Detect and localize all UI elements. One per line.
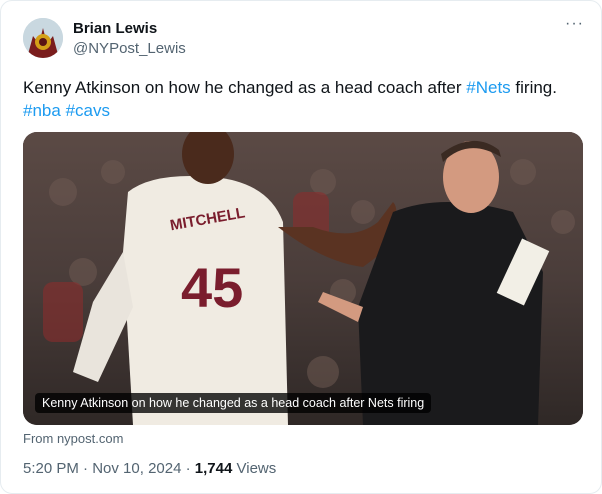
author-avatar[interactable] xyxy=(23,18,63,58)
more-options-icon[interactable]: ··· xyxy=(565,15,584,33)
meta-separator: · xyxy=(78,460,93,477)
hashtag-cavs[interactable]: #cavs xyxy=(66,101,110,120)
tweet-text-part: Kenny Atkinson on how he changed as a he… xyxy=(23,78,467,97)
tweet-text-part: firing. xyxy=(510,78,557,97)
jersey-number: 45 xyxy=(181,256,243,319)
link-card-image[interactable]: MITCHELL 45 xyxy=(23,132,583,425)
tweet-date[interactable]: Nov 10, 2024 xyxy=(92,460,181,477)
tweet-time[interactable]: 5:20 PM xyxy=(23,460,79,477)
meta-separator: · xyxy=(181,460,195,477)
tweet-text: Kenny Atkinson on how he changed as a he… xyxy=(23,76,583,122)
author-handle[interactable]: @NYPost_Lewis xyxy=(73,40,186,57)
tweet-card: Brian Lewis @NYPost_Lewis ··· Kenny Atki… xyxy=(0,0,602,494)
media-caption: Kenny Atkinson on how he changed as a he… xyxy=(35,393,432,413)
hashtag-nets[interactable]: #Nets xyxy=(466,78,510,97)
avatar-image xyxy=(23,18,63,58)
hashtag-nba[interactable]: #nba xyxy=(23,101,61,120)
photo-illustration: MITCHELL 45 xyxy=(23,132,583,425)
link-source[interactable]: From nypost.com xyxy=(23,431,123,446)
views-count: 1,744 xyxy=(194,460,233,477)
author-name[interactable]: Brian Lewis xyxy=(73,20,157,37)
views-label: Views xyxy=(232,460,277,477)
tweet-meta: 5:20 PM · Nov 10, 2024 · 1,744 Views xyxy=(23,460,276,477)
